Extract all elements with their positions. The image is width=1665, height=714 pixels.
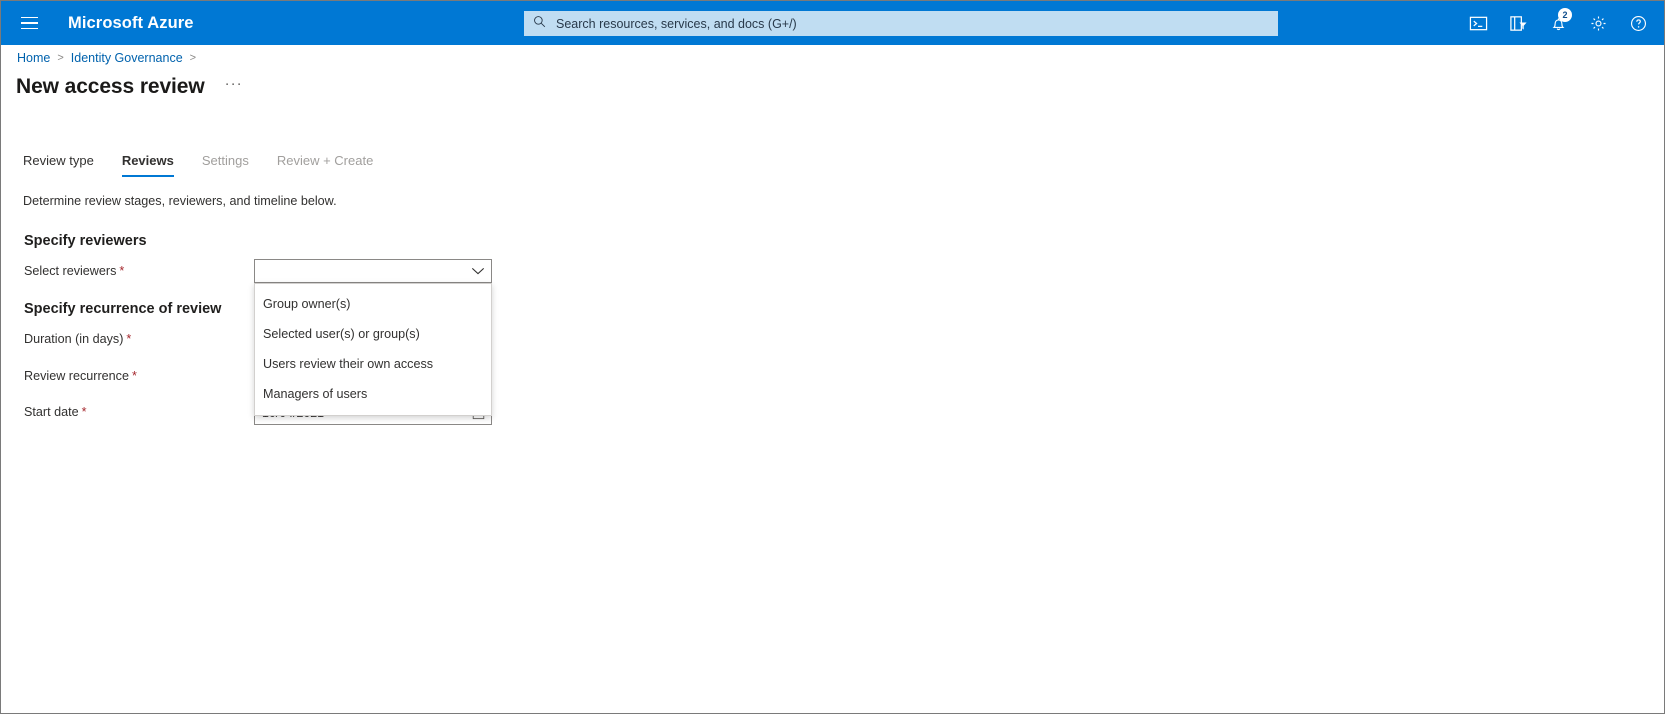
settings-gear-icon[interactable] — [1578, 1, 1618, 45]
required-asterisk-select-reviewers: * — [119, 264, 125, 278]
hamburger-icon[interactable] — [5, 1, 53, 45]
form-description: Determine review stages, reviewers, and … — [23, 194, 337, 208]
breadcrumb-separator-icon: > — [57, 52, 64, 64]
select-reviewers-dropdown[interactable] — [254, 259, 492, 283]
label-review-recurrence-text: Review recurrence — [24, 369, 129, 383]
required-asterisk-start-date: * — [81, 405, 87, 419]
breadcrumb-item-identity-governance[interactable]: Identity Governance — [71, 51, 183, 65]
tab-settings[interactable]: Settings — [202, 153, 249, 177]
breadcrumb-item-home[interactable]: Home — [17, 51, 50, 65]
dropdown-option-managers-of-users[interactable]: Managers of users — [255, 379, 491, 409]
notifications-bell-icon[interactable]: 2 — [1538, 1, 1578, 45]
global-search-box[interactable] — [524, 11, 1278, 36]
section-title-specify-recurrence: Specify recurrence of review — [24, 301, 222, 317]
label-select-reviewers-text: Select reviewers — [24, 264, 117, 278]
top-bar-icon-group: 2 — [1458, 1, 1658, 45]
dropdown-option-users-review-own-access[interactable]: Users review their own access — [255, 349, 491, 379]
notification-count-badge: 2 — [1558, 8, 1572, 22]
breadcrumb-separator-icon-2: > — [189, 52, 197, 64]
page-title: New access review — [16, 75, 205, 98]
label-start-date: Start date * — [24, 405, 87, 419]
chevron-down-icon[interactable] — [465, 260, 491, 282]
required-asterisk-review-recurrence: * — [132, 369, 137, 383]
wizard-tabs: Review type Reviews Settings Review + Cr… — [23, 153, 401, 177]
tab-reviews[interactable]: Reviews — [121, 153, 174, 177]
dropdown-option-selected-users-or-groups[interactable]: Selected user(s) or group(s) — [255, 319, 491, 349]
label-duration: Duration (in days) * — [24, 332, 131, 346]
search-input[interactable] — [554, 15, 1269, 32]
tab-review-type[interactable]: Review type — [23, 153, 94, 177]
required-asterisk-duration: * — [126, 332, 132, 346]
select-reviewers-options-list[interactable]: Group owner(s) Selected user(s) or group… — [254, 283, 492, 416]
section-title-specify-reviewers: Specify reviewers — [24, 233, 147, 249]
directories-filter-icon[interactable] — [1498, 1, 1538, 45]
more-options-icon[interactable]: ··· — [225, 75, 243, 99]
breadcrumb: Home > Identity Governance > — [17, 51, 203, 65]
dropdown-option-group-owners[interactable]: Group owner(s) — [255, 289, 491, 319]
help-question-icon[interactable] — [1618, 1, 1658, 45]
label-review-recurrence: Review recurrence * — [24, 369, 137, 383]
label-duration-text: Duration (in days) — [24, 332, 124, 346]
label-start-date-text: Start date — [24, 405, 79, 419]
azure-portal-page: Microsoft Azure Search resources, servic… — [0, 0, 1665, 714]
brand-title[interactable]: Microsoft Azure — [68, 14, 194, 33]
page-title-row: New access review ··· — [16, 75, 243, 99]
cloud-shell-icon[interactable] — [1458, 1, 1498, 45]
label-select-reviewers: Select reviewers * — [24, 264, 124, 278]
search-icon — [533, 15, 546, 33]
tab-review-create[interactable]: Review + Create — [277, 153, 373, 177]
